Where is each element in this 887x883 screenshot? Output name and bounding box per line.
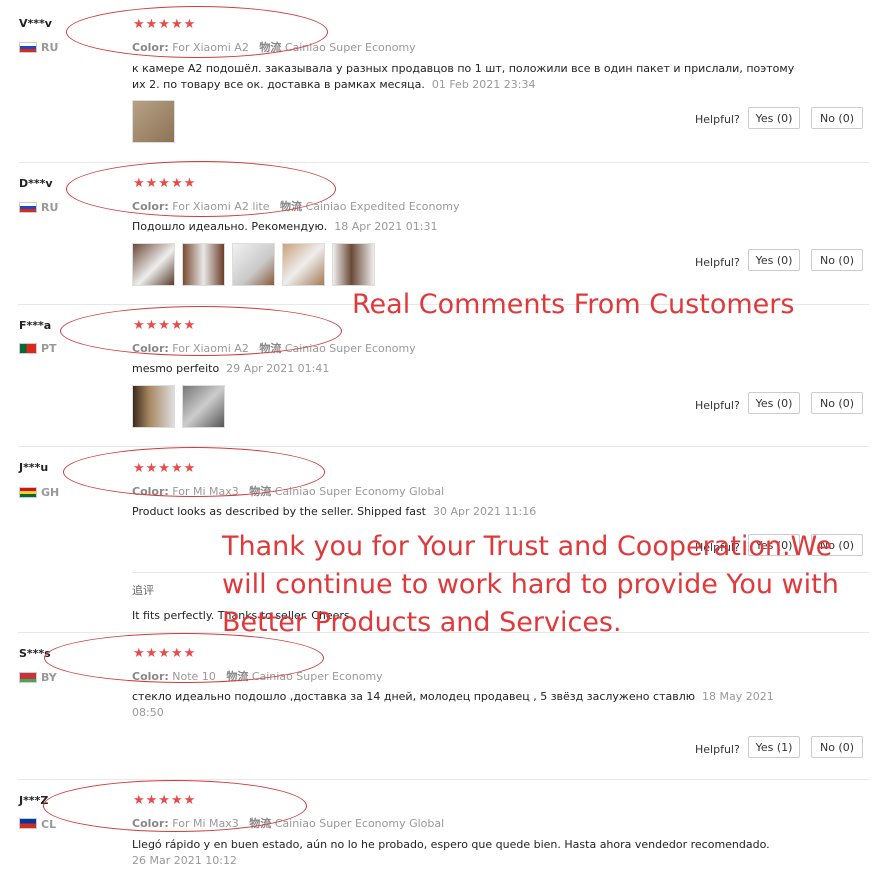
country-code: BY: [41, 671, 57, 684]
highlight-oval: [63, 447, 325, 497]
highlight-oval: [43, 780, 307, 832]
helpful-no-button[interactable]: No (0): [811, 249, 863, 271]
highlight-oval: [60, 306, 342, 356]
country-code: GH: [41, 486, 60, 499]
country-code: RU: [41, 201, 59, 214]
review-photo[interactable]: [182, 243, 225, 286]
helpful-no-button[interactable]: No (0): [811, 736, 863, 758]
overlay-headline: Real Comments From Customers: [352, 289, 795, 320]
review-text: Product looks as described by the seller…: [132, 505, 537, 518]
helpful-label: Helpful?: [695, 256, 740, 269]
review-photo[interactable]: [132, 100, 175, 143]
country-code: RU: [41, 41, 59, 54]
review-photo[interactable]: [232, 243, 275, 286]
followup-label: 追评: [132, 584, 154, 597]
flag-cl-icon: [19, 818, 37, 829]
review-text: стекло идеально подошло ,доставка за 14 …: [132, 690, 774, 719]
helpful-label: Helpful?: [695, 743, 740, 756]
helpful-yes-button[interactable]: Yes (0): [748, 392, 800, 414]
reviewer-name: V***v: [19, 17, 52, 30]
review-photo[interactable]: [282, 243, 325, 286]
helpful-yes-button[interactable]: Yes (0): [748, 249, 800, 271]
flag-pt-icon: [19, 343, 37, 354]
review-photo[interactable]: [332, 243, 375, 286]
flag-ru-icon: [19, 42, 37, 53]
review-photo[interactable]: [132, 385, 175, 428]
flag-by-icon: [19, 672, 37, 683]
helpful-no-button[interactable]: No (0): [811, 392, 863, 414]
reviewer-name: D***v: [19, 177, 53, 190]
review-text: mesmo perfeito 29 Apr 2021 01:41: [132, 362, 330, 375]
country-code: PT: [41, 342, 57, 355]
review-photo[interactable]: [182, 385, 225, 428]
helpful-label: Helpful?: [695, 399, 740, 412]
review-text: Подошло идеально. Рекомендую. 18 Apr 202…: [132, 220, 438, 233]
reviewer-name: J***u: [19, 461, 49, 474]
helpful-yes-button[interactable]: Yes (0): [748, 107, 800, 129]
highlight-oval: [66, 161, 336, 217]
helpful-label: Helpful?: [695, 113, 740, 126]
overlay-message: Thank you for Your Trust and Cooperation…: [222, 531, 839, 638]
helpful-yes-button[interactable]: Yes (1): [748, 736, 800, 758]
review-text: Llegó rápido y en buen estado, aún no lo…: [132, 838, 770, 867]
country-code: CL: [41, 818, 57, 831]
flag-gh-icon: [19, 487, 37, 498]
review-text: к камере А2 подошёл. заказывала у разных…: [132, 62, 795, 91]
reviewer-name: F***a: [19, 319, 52, 332]
flag-ru-icon: [19, 202, 37, 213]
review-photo[interactable]: [132, 243, 175, 286]
highlight-oval: [66, 6, 328, 58]
divider: [18, 446, 869, 447]
helpful-no-button[interactable]: No (0): [811, 107, 863, 129]
